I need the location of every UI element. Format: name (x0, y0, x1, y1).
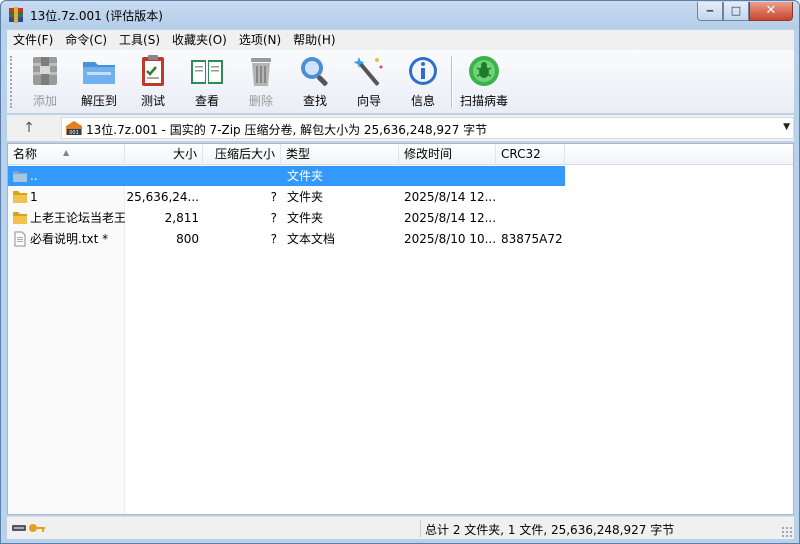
find-magnifier-icon (301, 57, 328, 86)
add-archive-icon (33, 57, 57, 85)
folder-icon (13, 191, 27, 203)
virus-scan-icon (469, 56, 499, 86)
file-list: 名称 ▲ 大小 压缩后大小 类型 修改时间 CRC32 .. 文件夹 1 25,… (7, 143, 794, 515)
close-button[interactable]: ✕ (749, 2, 793, 21)
extract-folder-icon (83, 62, 115, 84)
resize-grip-icon[interactable] (781, 526, 792, 537)
find-button[interactable]: 查找 (291, 54, 339, 110)
add-label: 添加 (32, 94, 57, 108)
test-checklist-icon (142, 55, 164, 86)
list-item-parent[interactable]: .. 文件夹 (8, 166, 565, 186)
view-button[interactable]: 查看 (183, 54, 231, 110)
menu-bar: 文件(F) 命令(C) 工具(S) 收藏夹(O) 选项(N) 帮助(H) (7, 30, 794, 50)
scan-virus-button[interactable]: 扫描病毒 (457, 54, 511, 110)
toolbar-separator (451, 56, 452, 108)
delete-label: 删除 (248, 94, 273, 108)
drive-key-icon[interactable] (11, 521, 47, 535)
cell-name: 必看说明.txt * (30, 232, 109, 246)
column-name[interactable]: 名称 ▲ (8, 144, 125, 165)
title-bar[interactable]: 13位.7z.001 (评估版本) ‒ □ ✕ (1, 1, 799, 29)
app-window: 13位.7z.001 (评估版本) ‒ □ ✕ 文件(F) 命令(C) 工具(S… (0, 0, 800, 544)
cell-type: 文件夹 (287, 169, 324, 183)
cell-name: 上老王论坛当老王 (30, 211, 125, 225)
cell-crc: 83875A72 (501, 232, 563, 246)
cell-name: .. (30, 169, 38, 183)
info-icon (409, 57, 437, 85)
window-title: 13位.7z.001 (评估版本) (30, 9, 163, 23)
address-text: 13位.7z.001 - 国实的 7-Zip 压缩分卷, 解包大小为 25,63… (86, 123, 488, 137)
minimize-button[interactable]: ‒ (697, 2, 723, 21)
cell-size: 800 (176, 232, 199, 246)
cell-modified: 2025/8/14 12... (404, 190, 496, 204)
delete-trash-icon (251, 58, 271, 86)
column-header: 名称 ▲ 大小 压缩后大小 类型 修改时间 CRC32 (8, 144, 793, 165)
view-label: 查看 (194, 94, 219, 108)
cell-modified: 2025/8/10 10... (404, 232, 496, 246)
sort-arrow-icon: ▲ (63, 148, 70, 157)
up-arrow-icon[interactable]: ↑ (19, 118, 39, 138)
add-button[interactable]: 添加 (21, 54, 69, 110)
menu-favorites[interactable]: 收藏夹(O) (166, 30, 233, 50)
cell-modified: 2025/8/14 12... (404, 211, 496, 225)
window-controls: ‒ □ ✕ (697, 2, 793, 22)
cell-name: 1 (30, 190, 38, 204)
winrar-app-icon[interactable] (8, 7, 24, 23)
test-label: 测试 (140, 94, 165, 108)
menu-file[interactable]: 文件(F) (7, 30, 59, 50)
cell-size: 25,636,24... (126, 190, 199, 204)
cell-type: 文本文档 (287, 232, 336, 246)
column-name-label: 名称 (13, 147, 38, 161)
cell-type: 文件夹 (287, 190, 324, 204)
find-label: 查找 (302, 94, 327, 108)
cell-packed: ? (270, 190, 277, 204)
column-size[interactable]: 大小 (125, 144, 203, 165)
close-icon: ✕ (765, 3, 777, 18)
wizard-label: 向导 (356, 94, 381, 108)
column-modified[interactable]: 修改时间 (399, 144, 496, 165)
info-label: 信息 (410, 94, 435, 108)
list-item[interactable]: 上老王论坛当老王 2,811 ? 文件夹 2025/8/14 12... (8, 208, 565, 228)
cell-type: 文件夹 (287, 211, 324, 225)
column-type[interactable]: 类型 (281, 144, 399, 165)
test-button[interactable]: 测试 (129, 54, 177, 110)
archive-volume-icon: 001 (66, 121, 82, 136)
column-crc[interactable]: CRC32 (496, 144, 565, 165)
text-file-icon (14, 231, 26, 247)
cell-size: 2,811 (164, 211, 199, 225)
menu-help[interactable]: 帮助(H) (287, 30, 341, 50)
minimize-icon: ‒ (706, 4, 714, 17)
status-divider (420, 520, 421, 537)
parent-folder-icon (13, 171, 27, 182)
maximize-icon: □ (730, 4, 742, 17)
list-item[interactable]: 必看说明.txt * 800 ? 文本文档 2025/8/10 10... 83… (8, 229, 565, 249)
toolbar-grip[interactable] (10, 56, 14, 108)
menu-options[interactable]: 选项(N) (233, 30, 287, 50)
view-book-icon (191, 60, 223, 84)
column-packed[interactable]: 压缩后大小 (203, 144, 281, 165)
status-bar: 总计 2 文件夹, 1 文件, 25,636,248,927 字节 (7, 516, 794, 539)
wizard-button[interactable]: 向导 (345, 54, 393, 110)
cell-crc (501, 208, 565, 228)
scan-virus-label: 扫描病毒 (459, 94, 508, 108)
extract-button[interactable]: 解压到 (75, 54, 123, 110)
maximize-button[interactable]: □ (723, 2, 749, 21)
delete-button[interactable]: 删除 (237, 54, 285, 110)
wizard-wand-icon (353, 57, 383, 86)
menu-commands[interactable]: 命令(C) (59, 30, 113, 50)
list-item[interactable]: 1 25,636,24... ? 文件夹 2025/8/14 12... (8, 187, 565, 207)
menu-tools[interactable]: 工具(S) (113, 30, 166, 50)
folder-icon (13, 212, 27, 224)
info-button[interactable]: 信息 (399, 54, 447, 110)
cell-packed: ? (270, 211, 277, 225)
extract-label: 解压到 (80, 94, 117, 108)
status-summary: 总计 2 文件夹, 1 文件, 25,636,248,927 字节 (425, 523, 675, 537)
address-bar: ↑ 001 13位.7z.001 - 国实的 7-Zip 压缩分卷, 解包大小为… (7, 115, 794, 142)
cell-packed: ? (270, 232, 277, 246)
toolbar: 添加 解压到 测试 查看 删除 查找 向导 信息 扫描病毒 (7, 50, 794, 114)
address-field[interactable]: 001 13位.7z.001 - 国实的 7-Zip 压缩分卷, 解包大小为 2… (61, 117, 794, 139)
dropdown-arrow-icon[interactable]: ▼ (783, 122, 790, 132)
svg-text:001: 001 (69, 130, 79, 136)
cell-crc (501, 187, 565, 207)
